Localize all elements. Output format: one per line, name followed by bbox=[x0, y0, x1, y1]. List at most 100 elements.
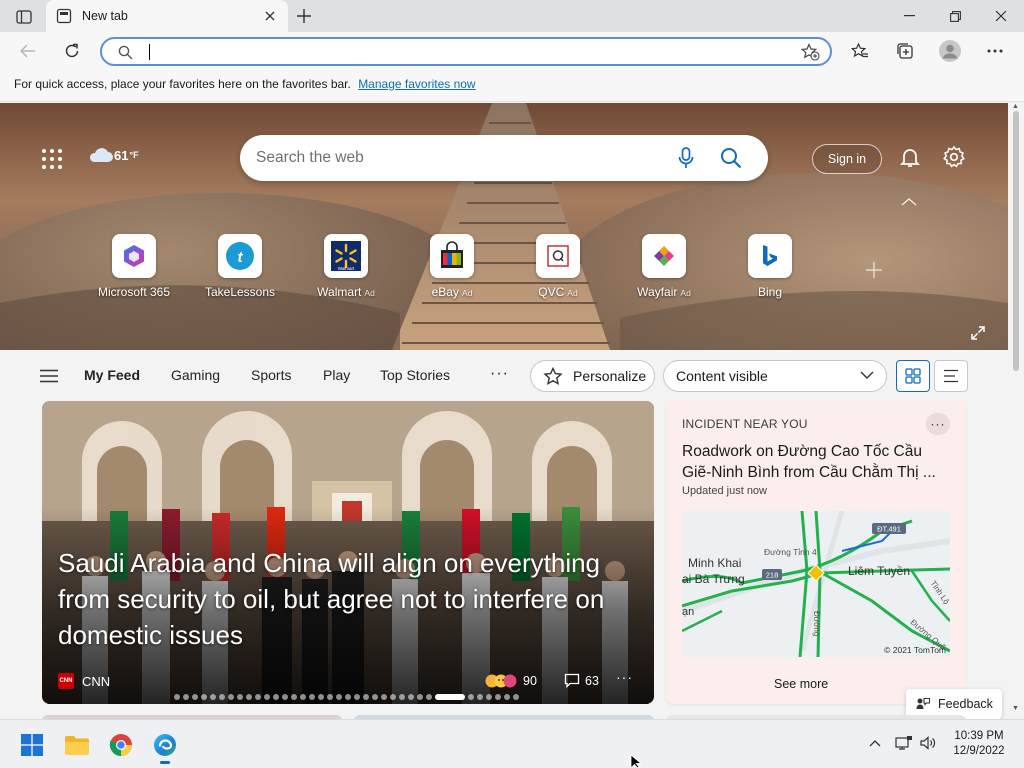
cnn-logo-icon: CNN bbox=[58, 673, 74, 689]
feedback-label: Feedback bbox=[938, 697, 993, 711]
quick-link-walmart[interactable]: Walmart Walmart Ad bbox=[304, 234, 388, 299]
tab-gaming[interactable]: Gaming bbox=[171, 367, 220, 383]
takelessons-icon: t bbox=[218, 234, 262, 278]
microsoft-365-icon bbox=[112, 234, 156, 278]
tab-title: New tab bbox=[82, 9, 128, 23]
minimize-button[interactable] bbox=[886, 0, 932, 32]
new-tab-button[interactable] bbox=[292, 6, 316, 26]
web-search-placeholder: Search the web bbox=[256, 149, 364, 166]
apps-launcher-icon[interactable] bbox=[38, 147, 66, 171]
quick-link-wayfair[interactable]: Wayfair Ad bbox=[622, 234, 706, 299]
back-button[interactable] bbox=[13, 36, 43, 66]
scroll-down-arrow-icon[interactable]: ▼ bbox=[1012, 705, 1019, 712]
grid-layout-icon bbox=[905, 368, 921, 384]
more-topics-button[interactable]: ··· bbox=[490, 365, 509, 383]
chrome-button[interactable] bbox=[104, 728, 138, 762]
quick-link-microsoft-365[interactable]: Microsoft 365 bbox=[92, 234, 176, 299]
hamburger-menu-icon[interactable] bbox=[40, 369, 58, 383]
quick-link-qvc[interactable]: QVC Ad bbox=[516, 234, 600, 299]
mouse-cursor-icon bbox=[630, 755, 643, 768]
walmart-icon: Walmart bbox=[324, 234, 368, 278]
quick-link-takelessons[interactable]: t TakeLessons bbox=[198, 234, 282, 299]
volume-icon[interactable] bbox=[919, 735, 937, 751]
ad-badge: Ad bbox=[680, 288, 691, 298]
comment-count: 63 bbox=[585, 673, 599, 688]
incident-more-options-button[interactable]: ··· bbox=[926, 413, 950, 435]
quick-link-bing[interactable]: Bing bbox=[728, 234, 812, 299]
sign-in-button[interactable]: Sign in bbox=[812, 144, 882, 174]
address-bar[interactable] bbox=[100, 37, 832, 66]
tab-new-tab[interactable]: New tab bbox=[46, 0, 288, 32]
address-input-caret[interactable] bbox=[149, 44, 150, 60]
add-favorite-icon[interactable] bbox=[801, 43, 820, 61]
map-label-minh-khai: Minh Khai bbox=[688, 556, 741, 570]
expand-background-icon[interactable] bbox=[970, 325, 986, 341]
file-explorer-button[interactable] bbox=[60, 728, 94, 762]
story-source[interactable]: CNN bbox=[82, 674, 110, 689]
collections-button[interactable] bbox=[890, 36, 920, 66]
map-label-dt491: ĐT.491 bbox=[877, 525, 901, 534]
carousel-pager[interactable] bbox=[174, 694, 519, 700]
incident-title-line-2: Giẽ-Ninh Bình from Cầu Chằm Thị ... bbox=[682, 464, 936, 481]
map-label-218: 218 bbox=[766, 571, 779, 580]
story-comments[interactable]: 63 bbox=[564, 673, 599, 688]
incident-title[interactable]: Roadwork on Đường Cao Tốc Cầu Giẽ-Ninh B… bbox=[682, 441, 952, 483]
system-clock[interactable]: 10:39 PM 12/9/2022 bbox=[944, 729, 1014, 759]
chevron-down-icon bbox=[860, 371, 874, 379]
add-quick-link-icon[interactable] bbox=[864, 260, 884, 280]
page-scrollbar[interactable]: ▲ ▼ bbox=[1008, 103, 1024, 719]
navigation-toolbar bbox=[0, 32, 1024, 70]
incident-map[interactable]: ĐT.491 218 Minh Khai ai Bà Trưng Đường T… bbox=[682, 511, 950, 657]
edge-button[interactable] bbox=[148, 728, 182, 764]
story-headline[interactable]: Saudi Arabia and China will align on eve… bbox=[58, 545, 648, 653]
settings-and-more-button[interactable] bbox=[980, 36, 1010, 66]
clock-date: 12/9/2022 bbox=[953, 745, 1005, 757]
favorites-bar-hint: For quick access, place your favorites h… bbox=[14, 77, 351, 91]
tab-actions-icon[interactable] bbox=[10, 7, 38, 27]
incident-updated-time: Updated just now bbox=[682, 485, 767, 497]
search-icon[interactable] bbox=[720, 147, 742, 169]
close-window-button[interactable] bbox=[978, 0, 1024, 32]
web-search-box[interactable]: Search the web bbox=[240, 135, 768, 181]
top-story-card[interactable]: Saudi Arabia and China will align on eve… bbox=[42, 401, 654, 704]
grid-layout-button[interactable] bbox=[896, 360, 930, 392]
ad-badge: Ad bbox=[364, 288, 375, 298]
tab-top-stories[interactable]: Top Stories bbox=[380, 367, 450, 383]
story-more-options-button[interactable]: ··· bbox=[616, 669, 633, 685]
ad-badge: Ad bbox=[461, 288, 473, 298]
clock-time: 10:39 PM bbox=[954, 730, 1004, 742]
tab-strip: New tab bbox=[0, 0, 1024, 32]
map-label-ba-trung: ai Bà Trưng bbox=[682, 572, 745, 586]
weather-widget[interactable]: 61 °F bbox=[88, 147, 139, 163]
refresh-button[interactable] bbox=[57, 36, 87, 66]
quick-link-label: Bing bbox=[757, 285, 783, 299]
collapse-chevron-up-icon[interactable] bbox=[900, 197, 918, 207]
windows-taskbar: 10:39 PM 12/9/2022 bbox=[0, 719, 1024, 768]
incident-card[interactable]: INCIDENT NEAR YOU ··· Roadwork on Đường … bbox=[666, 401, 966, 704]
tab-play[interactable]: Play bbox=[323, 367, 350, 383]
list-layout-icon bbox=[944, 369, 958, 383]
see-more-link[interactable]: See more bbox=[774, 677, 828, 691]
notifications-bell-icon[interactable] bbox=[898, 145, 922, 169]
favorites-button[interactable] bbox=[845, 36, 875, 66]
show-hidden-icons-chevron-icon[interactable] bbox=[869, 739, 881, 747]
manage-favorites-link[interactable]: Manage favorites now bbox=[358, 77, 475, 91]
network-icon[interactable] bbox=[895, 735, 913, 751]
story-reactions[interactable]: 90 bbox=[485, 673, 537, 689]
scrollbar-thumb[interactable] bbox=[1013, 111, 1019, 371]
tab-my-feed[interactable]: My Feed bbox=[84, 367, 140, 383]
close-tab-icon[interactable] bbox=[262, 8, 278, 24]
restore-button[interactable] bbox=[932, 0, 978, 32]
microphone-icon[interactable] bbox=[678, 147, 694, 169]
quick-link-label: Microsoft 365 bbox=[97, 285, 171, 299]
scroll-up-arrow-icon[interactable]: ▲ bbox=[1012, 103, 1019, 110]
walmart-logo-text: Walmart bbox=[338, 266, 355, 271]
tab-sports[interactable]: Sports bbox=[251, 367, 291, 383]
page-settings-gear-icon[interactable] bbox=[942, 145, 966, 169]
list-layout-button[interactable] bbox=[934, 360, 968, 392]
personalize-button[interactable]: Personalize bbox=[530, 360, 655, 392]
profile-avatar[interactable] bbox=[935, 36, 965, 66]
content-visibility-select[interactable]: Content visible bbox=[663, 360, 887, 392]
start-button[interactable] bbox=[15, 728, 49, 762]
quick-link-ebay[interactable]: eBay Ad bbox=[410, 234, 494, 299]
